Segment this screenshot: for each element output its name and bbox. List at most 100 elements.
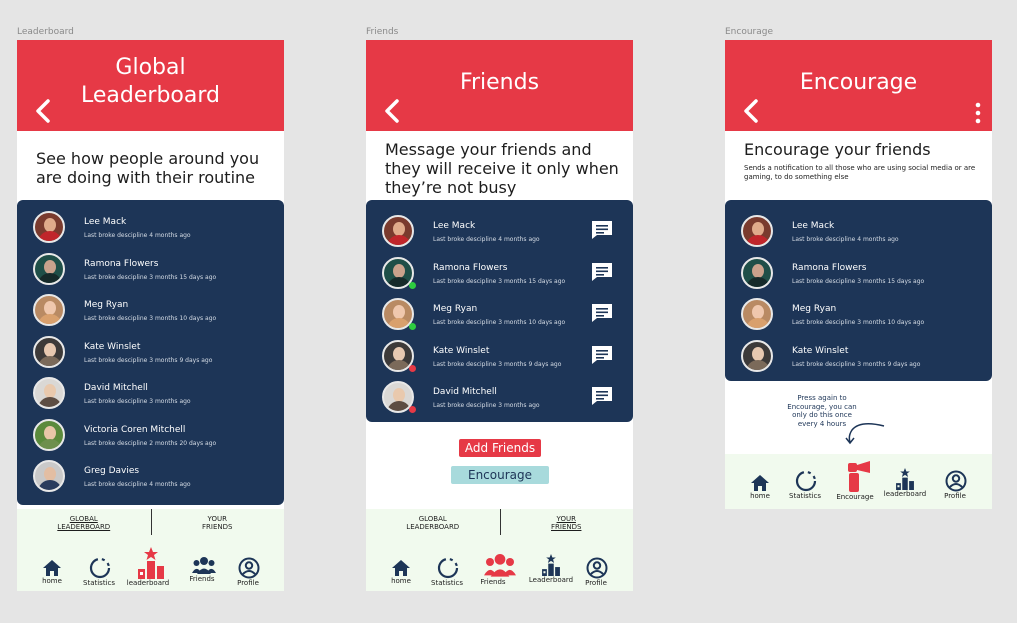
list-item[interactable]: Kate Winslet Last broke descipline 3 mon… — [725, 336, 992, 376]
nav-leaderboard[interactable]: Leaderboard — [529, 554, 573, 584]
friends-screen: Friends Message your friends and they wi… — [366, 40, 633, 591]
profile-icon — [945, 470, 967, 492]
nav-leaderboard[interactable]: leaderboard — [127, 547, 169, 587]
person-name: Victoria Coren Mitchell — [84, 425, 186, 435]
person-name: Kate Winslet — [84, 342, 141, 352]
message-icon[interactable] — [591, 220, 613, 240]
nav-statistics[interactable]: Statistics — [789, 470, 821, 500]
nav-profile[interactable]: Profile — [237, 557, 260, 587]
intro-text: See how people around you are doing with… — [36, 149, 260, 187]
back-arrow-icon[interactable] — [380, 98, 406, 124]
friends-icon — [484, 554, 516, 577]
list-item[interactable]: Meg Ryan Last broke descipline 3 months … — [725, 294, 992, 334]
list-item[interactable]: Victoria Coren Mitchell Last broke desci… — [17, 415, 284, 455]
page-title: Global Leaderboard — [81, 55, 220, 108]
home-icon — [392, 560, 410, 576]
encourage-screen: Encourage Encourage your friends Sends a… — [725, 40, 992, 509]
list-item[interactable]: Meg Ryan Last broke descipline 3 months … — [366, 294, 633, 334]
nav-statistics[interactable]: Statistics — [83, 557, 115, 587]
tab-global-leaderboard[interactable]: GLOBAL LEADERBOARD — [366, 515, 500, 531]
person-status: Last broke descipline 4 months ago — [84, 232, 191, 239]
person-name: Ramona Flowers — [433, 263, 508, 273]
tab-global-leaderboard[interactable]: GLOBAL LEADERBOARD — [17, 515, 151, 531]
intro-text: Encourage your friends — [744, 140, 931, 159]
person-status: Last broke descipline 3 months 9 days ag… — [792, 361, 921, 368]
message-icon[interactable] — [591, 345, 613, 365]
person-name: David Mitchell — [433, 387, 497, 397]
leaderboard-screen: Global Leaderboard See how people around… — [17, 40, 284, 591]
message-icon[interactable] — [591, 303, 613, 323]
message-icon[interactable] — [591, 386, 613, 406]
message-icon[interactable] — [591, 262, 613, 282]
profile-icon — [238, 557, 260, 579]
avatar — [741, 340, 773, 372]
add-friends-button[interactable]: Add Friends — [459, 439, 541, 457]
list-item[interactable]: Lee Mack Last broke descipline 4 months … — [725, 211, 992, 251]
online-status-dot — [409, 282, 416, 289]
person-status: Last broke descipline 3 months 9 days ag… — [84, 357, 213, 364]
avatar — [33, 294, 65, 326]
list-item[interactable]: Ramona Flowers Last broke descipline 3 m… — [17, 249, 284, 289]
person-status: Last broke descipline 3 months 15 days a… — [433, 278, 566, 285]
nav-label: Friends — [480, 578, 506, 586]
person-name: Kate Winslet — [433, 346, 490, 356]
encourage-button[interactable]: Encourage — [451, 466, 549, 484]
bottom-nav: home Statistics Friends Leaderboard Prof… — [366, 539, 633, 591]
header: Encourage — [725, 40, 992, 131]
person-status: Last broke descipline 3 months 10 days a… — [433, 319, 566, 326]
avatar — [382, 215, 414, 247]
tab-label: GLOBAL LEADERBOARD — [57, 515, 111, 531]
person-status: Last broke descipline 3 months 10 days a… — [84, 315, 217, 322]
list-item[interactable]: Kate Winslet Last broke descipline 3 mon… — [17, 332, 284, 372]
list-item[interactable]: Meg Ryan Last broke descipline 3 months … — [17, 290, 284, 330]
nav-leaderboard[interactable]: leaderboard — [884, 468, 926, 498]
nav-label: Profile — [237, 579, 259, 587]
nav-encourage[interactable]: Encourage — [836, 461, 874, 501]
person-status: Last broke descipline 3 months 10 days a… — [792, 319, 925, 326]
bottom-nav: home Statistics leaderboard Friends Prof… — [17, 539, 284, 591]
nav-profile[interactable]: Profile — [944, 470, 967, 500]
list-item[interactable]: Ramona Flowers Last broke descipline 3 m… — [725, 253, 992, 293]
nav-home[interactable]: home — [750, 474, 770, 500]
nav-statistics[interactable]: Statistics — [431, 557, 463, 587]
tab-label: YOUR FRIENDS — [551, 515, 582, 531]
statistics-icon — [795, 470, 817, 492]
list-item[interactable]: Greg Davies Last broke descipline 4 mont… — [17, 456, 284, 496]
person-name: Meg Ryan — [84, 300, 129, 310]
person-name: Lee Mack — [792, 221, 835, 231]
nav-home[interactable]: home — [391, 559, 411, 585]
page-title: Friends — [459, 70, 540, 95]
list-item[interactable]: Kate Winslet Last broke descipline 3 mon… — [366, 336, 633, 376]
busy-status-dot — [409, 365, 416, 372]
nav-label: Profile — [585, 579, 607, 587]
back-arrow-icon[interactable] — [739, 98, 765, 124]
tab-your-friends[interactable]: YOUR FRIENDS — [151, 515, 285, 531]
page-title: Encourage — [799, 70, 918, 95]
nav-friends[interactable]: Friends — [480, 554, 517, 586]
list-item[interactable]: Lee Mack Last broke descipline 4 months … — [366, 211, 633, 251]
encourage-list: Lee Mack Last broke descipline 4 months … — [725, 200, 992, 381]
back-arrow-icon[interactable] — [31, 98, 57, 124]
person-name: Kate Winslet — [792, 346, 849, 356]
nav-friends[interactable]: Friends — [189, 557, 216, 583]
tab-your-friends[interactable]: YOUR FRIENDS — [500, 515, 634, 531]
list-item[interactable]: David Mitchell Last broke descipline 3 m… — [17, 373, 284, 413]
list-item[interactable]: David Mitchell Last broke descipline 3 m… — [366, 377, 633, 417]
statistics-icon — [89, 557, 111, 579]
friends-icon — [192, 557, 216, 574]
busy-status-dot — [409, 406, 416, 413]
person-name: Ramona Flowers — [84, 259, 159, 269]
person-status: Last broke descipline 3 months 15 days a… — [84, 274, 217, 281]
frame-label-leaderboard: Leaderboard — [17, 27, 74, 37]
nav-label: Profile — [944, 492, 966, 500]
nav-home[interactable]: home — [42, 559, 62, 585]
list-item[interactable]: Lee Mack Last broke descipline 4 months … — [17, 207, 284, 247]
more-options-icon[interactable] — [974, 102, 982, 124]
nav-profile[interactable]: Profile — [585, 557, 608, 587]
leaderboard-icon — [896, 468, 914, 490]
person-status: Last broke descipline 3 months ago — [433, 402, 540, 409]
person-status: Last broke descipline 4 months ago — [433, 236, 540, 243]
avatar — [33, 377, 65, 409]
tab-label: GLOBAL LEADERBOARD — [406, 515, 460, 531]
list-item[interactable]: Ramona Flowers Last broke descipline 3 m… — [366, 253, 633, 293]
